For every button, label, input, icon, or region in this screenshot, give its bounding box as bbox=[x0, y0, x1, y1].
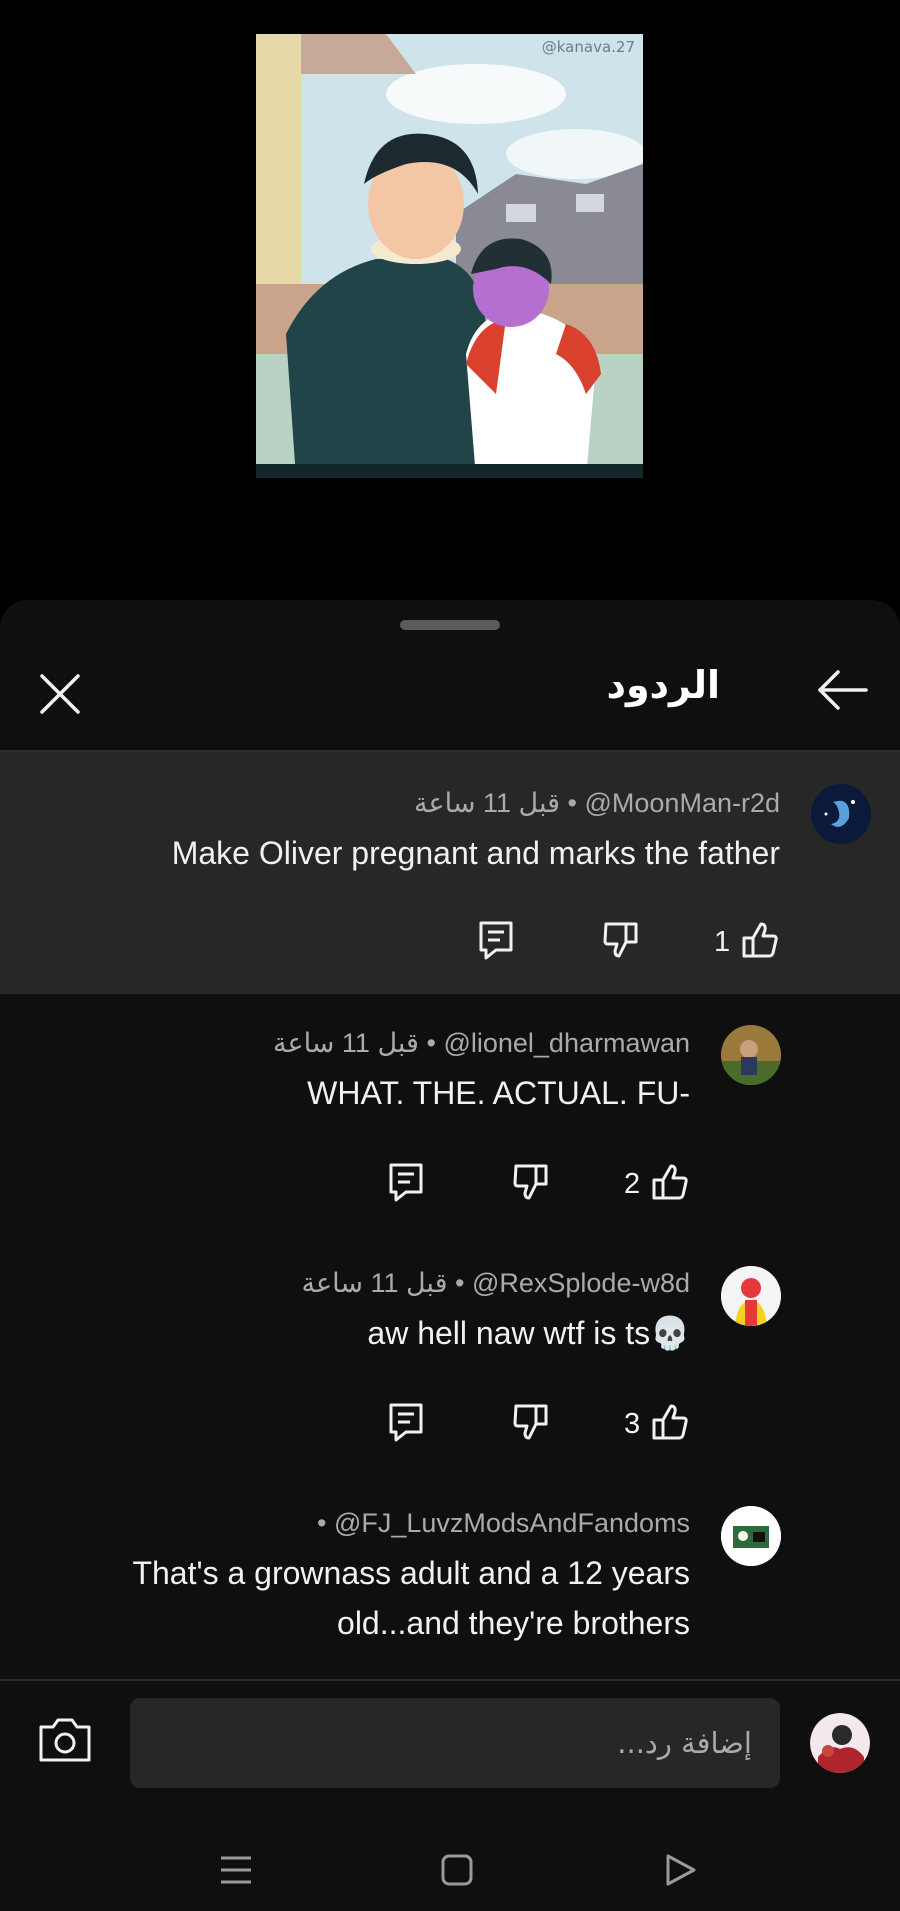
like-count: 3 bbox=[624, 1408, 641, 1440]
drag-handle[interactable] bbox=[400, 620, 500, 630]
recents-icon[interactable] bbox=[216, 1850, 256, 1890]
comment-text: Make Oliver pregnant and marks the fathe… bbox=[171, 835, 780, 871]
replies-sheet: الردود قبل 11 ساعة • @MoonMan-r2d Make O… bbox=[0, 600, 900, 1911]
like-count: 2 bbox=[624, 1168, 641, 1200]
comment-meta: قبل 11 ساعة • @MoonMan-r2d bbox=[414, 788, 781, 818]
like-icon[interactable] bbox=[650, 1162, 690, 1202]
sheet-title: الردود bbox=[606, 663, 720, 707]
avatar[interactable] bbox=[721, 1506, 781, 1566]
system-nav-bar bbox=[0, 1830, 900, 1911]
reply-comment: قبل 11 ساعة • @lionel_dharmawan WHAT. TH… bbox=[0, 994, 900, 1234]
comment-actions: 1 bbox=[470, 920, 790, 968]
reply-comment: • @FJ_LuvzModsAndFandoms That's a growna… bbox=[0, 1474, 900, 1679]
current-user-avatar[interactable] bbox=[810, 1713, 870, 1773]
home-icon[interactable] bbox=[437, 1850, 477, 1890]
comment-time: قبل 11 ساعة bbox=[414, 788, 561, 818]
dislike-icon[interactable] bbox=[512, 1162, 550, 1202]
comment-actions: 3 bbox=[380, 1402, 700, 1450]
reply-input[interactable] bbox=[130, 1698, 780, 1788]
video-watermark: @kanava.27 bbox=[541, 38, 635, 56]
comment-text-line: That's a grownass adult and a 12 years bbox=[132, 1555, 690, 1591]
comment-meta: قبل 11 ساعة • @RexSplode-w8d bbox=[301, 1268, 691, 1298]
comment-text: aw hell naw wtf is ts💀 bbox=[367, 1315, 690, 1351]
comment-author[interactable]: @lionel_dharmawan bbox=[443, 1028, 690, 1058]
dislike-icon[interactable] bbox=[602, 920, 640, 960]
close-icon[interactable] bbox=[34, 668, 86, 720]
comment-meta: قبل 11 ساعة • @lionel_dharmawan bbox=[272, 1028, 690, 1058]
like-icon[interactable] bbox=[740, 920, 780, 960]
comment-author[interactable]: @RexSplode-w8d bbox=[472, 1268, 690, 1298]
video-frame: @kanava.27 bbox=[256, 34, 643, 478]
reply-icon[interactable] bbox=[478, 920, 514, 960]
comment-meta: • @FJ_LuvzModsAndFandoms bbox=[316, 1508, 690, 1538]
comment-text: WHAT. THE. ACTUAL. FU- bbox=[307, 1075, 690, 1111]
arrow-back-icon[interactable] bbox=[816, 668, 870, 712]
video-player[interactable]: @kanava.27 bbox=[0, 0, 900, 600]
reply-comment: قبل 11 ساعة • @RexSplode-w8d aw hell naw… bbox=[0, 1234, 900, 1474]
comment-author[interactable]: @FJ_LuvzModsAndFandoms bbox=[334, 1508, 690, 1538]
avatar[interactable] bbox=[811, 784, 871, 844]
comment-time: قبل 11 ساعة bbox=[272, 1028, 419, 1058]
like-icon[interactable] bbox=[650, 1402, 690, 1442]
reply-bar-divider bbox=[0, 1679, 900, 1681]
video-illustration bbox=[256, 34, 643, 478]
camera-icon[interactable] bbox=[38, 1717, 92, 1763]
avatar[interactable] bbox=[721, 1266, 781, 1326]
reply-icon[interactable] bbox=[388, 1162, 424, 1202]
parent-comment: قبل 11 ساعة • @MoonMan-r2d Make Oliver p… bbox=[0, 752, 900, 994]
comment-text-line: old...and they're brothers bbox=[337, 1605, 690, 1641]
comment-text: That's a grownass adult and a 12 years o… bbox=[132, 1548, 690, 1648]
dislike-icon[interactable] bbox=[512, 1402, 550, 1442]
comment-author[interactable]: @MoonMan-r2d bbox=[585, 788, 781, 818]
comment-actions: 2 bbox=[380, 1162, 700, 1210]
comment-time: قبل 11 ساعة bbox=[301, 1268, 448, 1298]
reply-icon[interactable] bbox=[388, 1402, 424, 1442]
like-count: 1 bbox=[714, 926, 731, 958]
avatar[interactable] bbox=[721, 1025, 781, 1085]
nav-back-icon[interactable] bbox=[660, 1850, 700, 1890]
